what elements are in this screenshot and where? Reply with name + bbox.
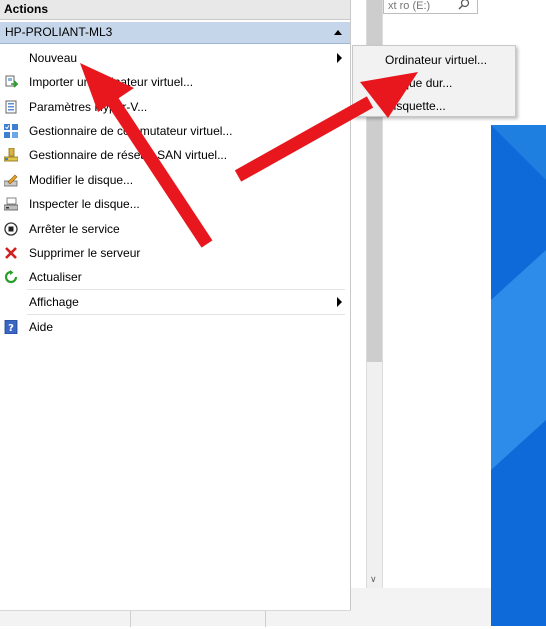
action-refresh[interactable]: Actualiser: [0, 266, 350, 288]
action-virtual-switch-manager-label: Gestionnaire de commutateur virtuel...: [29, 124, 233, 138]
action-inspect-disk-label: Inspecter le disque...: [29, 197, 140, 211]
status-bar: [0, 610, 351, 627]
action-import-vm[interactable]: Importer un ordinateur virtuel...: [0, 71, 350, 93]
edit-disk-icon: [4, 174, 18, 187]
action-view[interactable]: Affichage: [0, 291, 350, 313]
action-view-label: Affichage: [29, 295, 79, 309]
collapse-up-icon[interactable]: [334, 30, 342, 35]
server-section-header[interactable]: HP-PROLIANT-ML3: [0, 22, 350, 44]
scroll-down-icon[interactable]: ∨: [370, 574, 377, 585]
action-virtual-switch-manager[interactable]: Gestionnaire de commutateur virtuel...: [0, 120, 350, 142]
action-stop-service[interactable]: Arrêter le service: [0, 218, 350, 240]
action-inspect-disk[interactable]: Inspecter le disque...: [0, 193, 350, 215]
actions-pane: Actions HP-PROLIANT-ML3 Nouveau Importer…: [0, 0, 351, 626]
submenu-item-hard-disk[interactable]: Disque dur...: [353, 72, 515, 94]
submenu-item-floppy-disk[interactable]: Disquette...: [353, 95, 515, 117]
submenu-arrow-icon: [337, 297, 342, 307]
new-submenu: Ordinateur virtuel... Disque dur... Disq…: [352, 45, 516, 117]
action-remove-server-label: Supprimer le serveur: [29, 246, 141, 260]
action-hyperv-settings[interactable]: Paramètres Hyper-V...: [0, 96, 350, 118]
action-hyperv-settings-label: Paramètres Hyper-V...: [29, 100, 148, 114]
switch-manager-icon: [4, 124, 18, 138]
status-divider: [265, 611, 266, 627]
action-edit-disk[interactable]: Modifier le disque...: [0, 169, 350, 191]
action-virtual-san-manager[interactable]: Gestionnaire de réseau SAN virtuel...: [0, 144, 350, 166]
settings-icon: [5, 100, 17, 114]
separator: [27, 314, 345, 315]
submenu-arrow-icon: [337, 53, 342, 63]
action-virtual-san-manager-label: Gestionnaire de réseau SAN virtuel...: [29, 148, 228, 162]
status-divider: [130, 611, 131, 627]
separator: [27, 289, 345, 290]
help-icon: ?: [4, 320, 18, 334]
svg-text:?: ?: [8, 323, 14, 334]
action-help-label: Aide: [29, 320, 54, 334]
background-panel: [351, 588, 491, 626]
server-name: HP-PROLIANT-ML3: [5, 25, 113, 39]
refresh-icon: [4, 270, 18, 284]
action-new[interactable]: Nouveau: [0, 47, 350, 69]
action-remove-server[interactable]: Supprimer le serveur: [0, 242, 350, 264]
search-placeholder: xt ro (E:): [388, 0, 431, 12]
delete-icon: [5, 247, 17, 259]
inspect-disk-icon: [4, 197, 18, 211]
san-manager-icon: [4, 148, 18, 162]
import-vm-icon: [5, 75, 18, 88]
stop-icon: [4, 222, 18, 236]
action-new-label: Nouveau: [29, 51, 78, 65]
action-edit-disk-label: Modifier le disque...: [29, 173, 134, 187]
submenu-item-virtual-machine[interactable]: Ordinateur virtuel...: [353, 49, 515, 71]
actions-pane-title: Actions: [0, 0, 350, 20]
search-icon[interactable]: [458, 0, 470, 10]
action-help[interactable]: ? Aide: [0, 316, 350, 338]
action-stop-service-label: Arrêter le service: [29, 222, 120, 236]
action-refresh-label: Actualiser: [29, 270, 82, 284]
action-import-vm-label: Importer un ordinateur virtuel...: [29, 75, 194, 89]
